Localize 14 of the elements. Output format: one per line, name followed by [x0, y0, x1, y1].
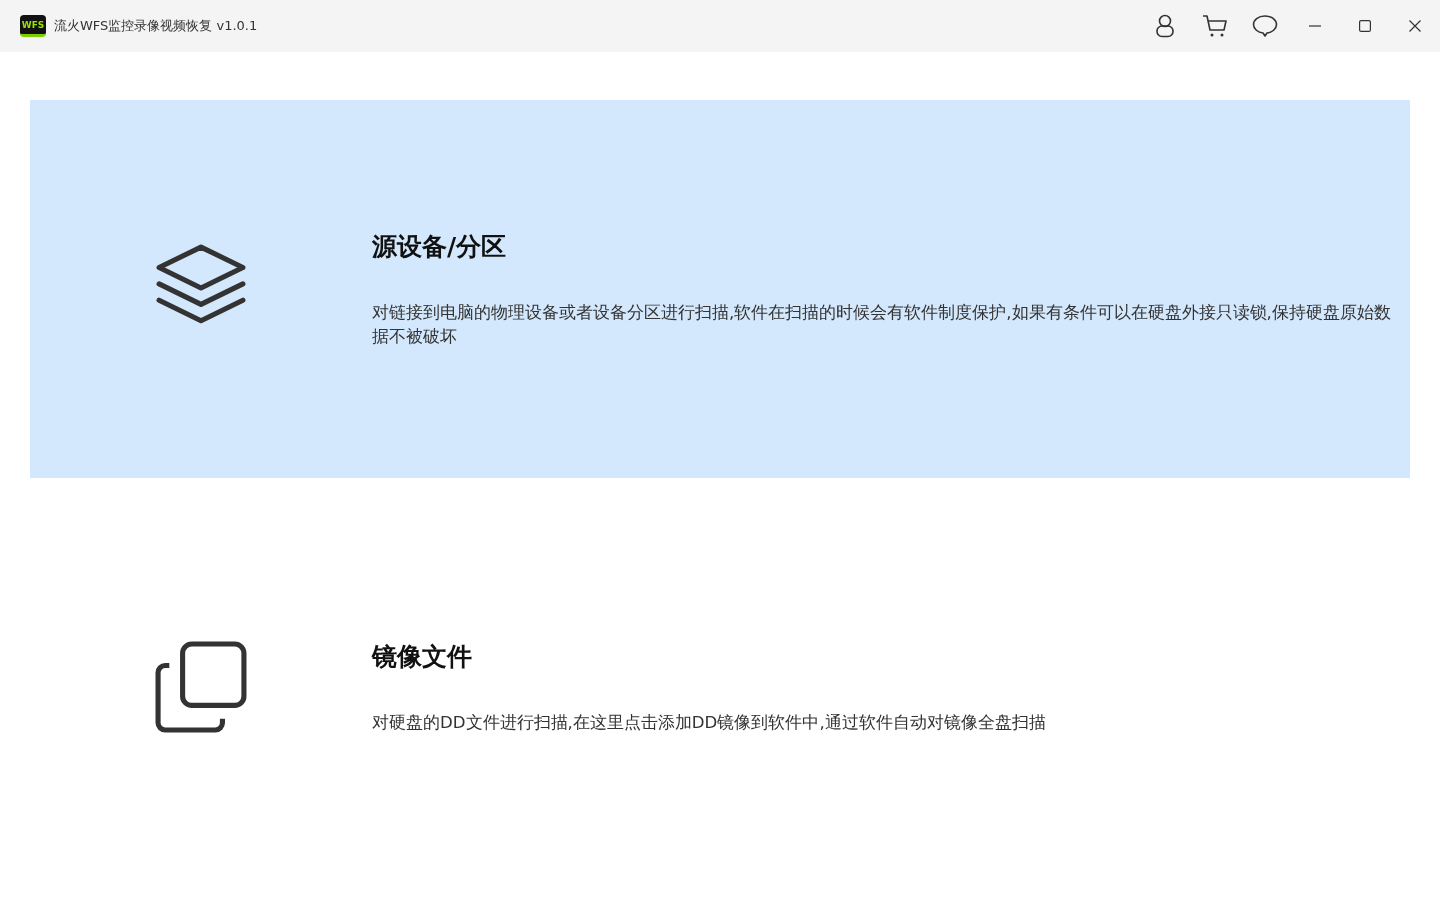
maximize-icon[interactable] [1359, 20, 1371, 32]
user-icon[interactable] [1156, 14, 1174, 38]
source-option-card[interactable]: 源设备/分区 对链接到电脑的物理设备或者设备分区进行扫描,软件在扫描的时候会有软件制度保护,如果有条件可以在硬盘外接只读锁,保持硬盘原始数据不被破坏 [30, 100, 1410, 478]
option-description: 对链接到电脑的物理设备或者设备分区进行扫描,软件在扫描的时候会有软件制度保护,如果有条件可以在硬盘外接只读锁,保持硬盘原始数据不被破坏 [372, 301, 1392, 348]
option-title: 源设备/分区 [372, 230, 508, 263]
option-title: 镜像文件 [372, 640, 473, 673]
copy-icon [155, 641, 247, 733]
app-logo: WFS [20, 15, 46, 37]
option-description: 对硬盘的DD文件进行扫描,在这里点击添加DD镜像到软件中,通过软件自动对镜像全盘扫描 [372, 711, 1047, 734]
chat-icon[interactable] [1252, 14, 1278, 38]
close-icon[interactable] [1409, 20, 1421, 32]
window-title: 流火WFS监控录像视频恢复 v1.0.1 [54, 17, 258, 35]
cart-icon[interactable] [1202, 14, 1228, 38]
source-option-card[interactable]: 镜像文件 对硬盘的DD文件进行扫描,在这里点击添加DD镜像到软件中,通过软件自动对镜像全盘扫描 [30, 498, 1410, 876]
